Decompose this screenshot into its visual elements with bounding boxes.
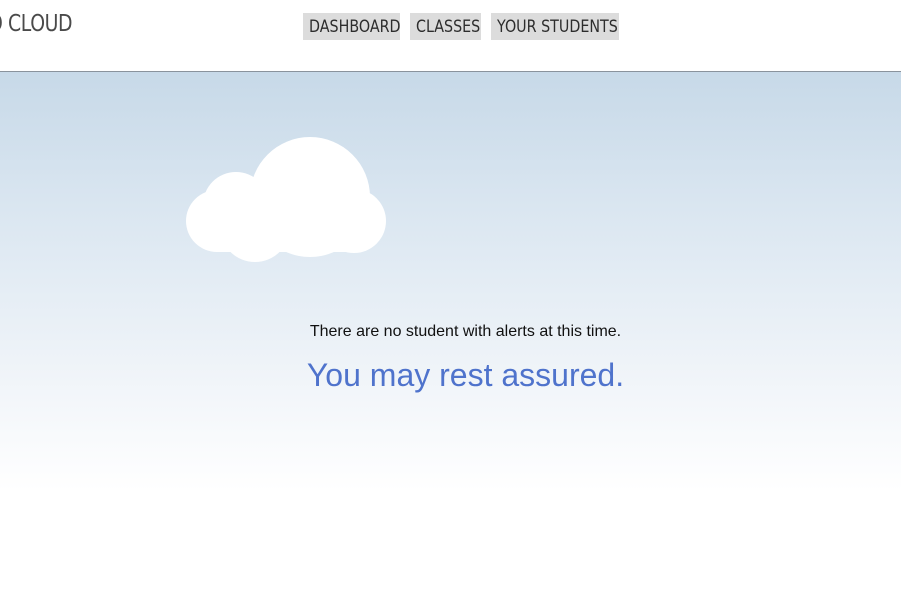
top-header: O CLOUD DASHBOARD CLASSES YOUR STUDENTS [0, 0, 901, 72]
reassurance-text: You may rest assured. [306, 357, 625, 393]
no-alerts-message: There are no student with alerts at this… [309, 323, 622, 340]
nav-classes-label: CLASSES [416, 17, 481, 37]
main-nav: DASHBOARD CLASSES YOUR STUDENTS [303, 13, 619, 40]
nav-your-students-label: YOUR STUDENTS [497, 17, 618, 37]
cloud-icon [186, 137, 386, 262]
nav-your-students-button[interactable]: YOUR STUDENTS [491, 13, 619, 40]
nav-dashboard-button[interactable]: DASHBOARD [303, 13, 401, 40]
nav-dashboard-label: DASHBOARD [309, 17, 401, 37]
nav-classes-button[interactable]: CLASSES [410, 13, 481, 40]
app-logo[interactable]: O CLOUD [0, 11, 73, 37]
